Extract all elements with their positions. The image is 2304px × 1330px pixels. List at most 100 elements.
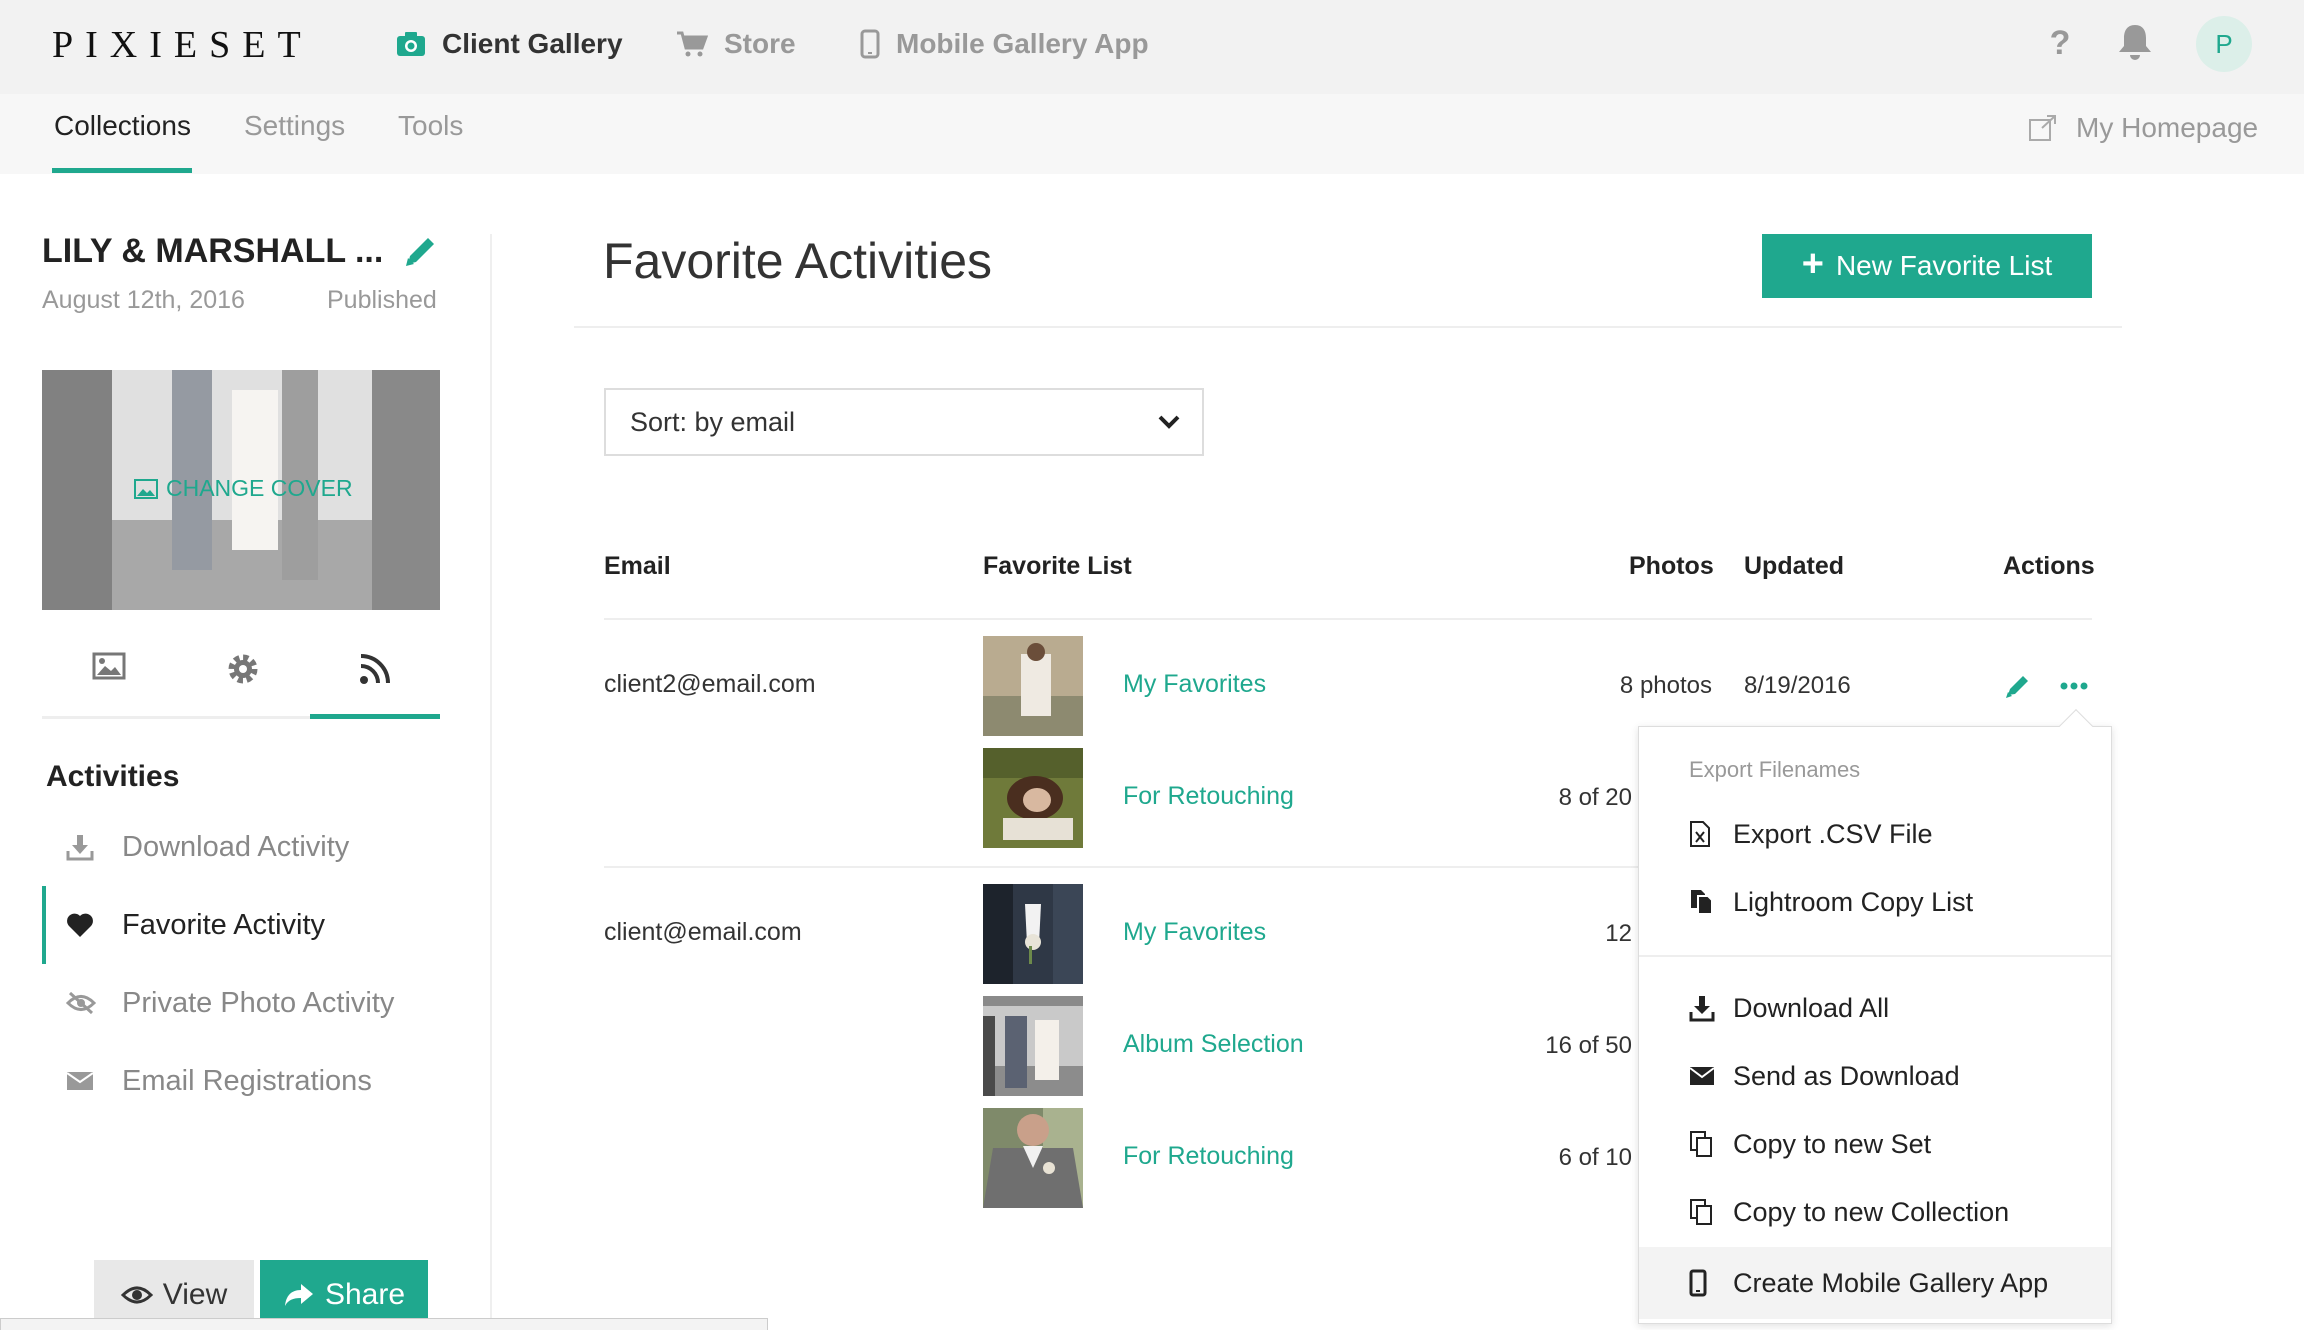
download-icon bbox=[66, 833, 98, 861]
plus-icon: + bbox=[1801, 242, 1824, 285]
menu-item-label: Copy to new Set bbox=[1733, 1128, 1932, 1159]
list-thumbnail[interactable] bbox=[983, 884, 1083, 984]
photos-count: 6 of 10 bbox=[1558, 1144, 1632, 1171]
list-thumbnail[interactable] bbox=[983, 748, 1083, 848]
sub-nav-bar bbox=[0, 94, 2304, 174]
tab-collections[interactable]: Collections bbox=[54, 110, 191, 142]
sidebar-item-label: Email Registrations bbox=[122, 1064, 372, 1097]
cart-icon bbox=[676, 30, 708, 58]
title-divider bbox=[574, 326, 2122, 328]
menu-item-label: Download All bbox=[1733, 992, 1890, 1023]
tab-settings[interactable]: Settings bbox=[244, 110, 345, 142]
collection-date: August 12th, 2016 bbox=[42, 286, 245, 314]
copy-list-icon bbox=[1689, 888, 1715, 916]
share-icon bbox=[284, 1284, 313, 1306]
nav-client-gallery[interactable]: Client Gallery bbox=[396, 22, 623, 66]
my-homepage-link[interactable]: My Homepage bbox=[2028, 112, 2258, 144]
csv-file-icon bbox=[1689, 820, 1715, 848]
menu-item-download-all[interactable]: Download All bbox=[1689, 983, 1889, 1033]
menu-item-label: Create Mobile Gallery App bbox=[1733, 1267, 2049, 1298]
avatar[interactable]: P bbox=[2196, 16, 2252, 72]
nav-label: Client Gallery bbox=[442, 28, 623, 59]
image-icon bbox=[134, 478, 158, 499]
eye-slash-icon bbox=[66, 990, 98, 1016]
brand-logo[interactable]: PIXIESET bbox=[52, 23, 313, 67]
menu-divider bbox=[1639, 955, 2111, 957]
row-email: client2@email.com bbox=[604, 670, 816, 698]
camera-icon bbox=[396, 31, 426, 57]
download-icon bbox=[1689, 994, 1715, 1022]
more-actions-icon[interactable] bbox=[2060, 682, 2088, 690]
envelope-icon bbox=[1689, 1066, 1715, 1086]
tab-tools[interactable]: Tools bbox=[398, 110, 463, 142]
chevron-down-icon bbox=[1158, 415, 1180, 429]
list-thumbnail[interactable] bbox=[983, 636, 1083, 736]
status-url-bar bbox=[0, 1318, 768, 1330]
menu-item-label: Send as Download bbox=[1733, 1060, 1960, 1091]
sidebar-item-favorite-activity[interactable]: Favorite Activity bbox=[66, 900, 325, 950]
photos-count: 8 of 20 bbox=[1558, 784, 1632, 811]
column-header-favorite-list: Favorite List bbox=[983, 552, 1132, 580]
column-header-email: Email bbox=[604, 552, 671, 580]
menu-item-copy-to-new-collection[interactable]: Copy to new Collection bbox=[1689, 1187, 2009, 1237]
page-title: Favorite Activities bbox=[603, 233, 993, 289]
bell-icon[interactable] bbox=[2116, 22, 2154, 62]
view-label: View bbox=[162, 1278, 228, 1311]
image-icon bbox=[92, 652, 126, 680]
sidebar-item-email-registrations[interactable]: Email Registrations bbox=[66, 1056, 372, 1106]
menu-item-copy-to-new-set[interactable]: Copy to new Set bbox=[1689, 1119, 1931, 1169]
sidebar-item-label: Download Activity bbox=[122, 830, 350, 863]
sidebar-item-download-activity[interactable]: Download Activity bbox=[66, 822, 349, 872]
favorite-list-link[interactable]: For Retouching bbox=[1123, 782, 1294, 811]
active-item-indicator bbox=[42, 886, 46, 964]
sort-select[interactable]: Sort: by email bbox=[604, 388, 1204, 456]
favorite-list-link[interactable]: Album Selection bbox=[1123, 1030, 1304, 1059]
collection-title: LILY & MARSHALL ... bbox=[42, 232, 384, 270]
external-link-icon bbox=[2029, 115, 2056, 141]
new-favorite-list-button[interactable]: + New Favorite List bbox=[1762, 234, 2092, 298]
menu-item-lightroom-copy-list[interactable]: Lightroom Copy List bbox=[1689, 877, 1973, 927]
nav-store[interactable]: Store bbox=[676, 22, 796, 66]
column-header-updated: Updated bbox=[1744, 552, 1844, 580]
mobile-icon bbox=[860, 29, 880, 59]
heart-icon bbox=[66, 912, 98, 938]
sidebar-tab-activities[interactable] bbox=[358, 652, 392, 686]
nav-label: Store bbox=[724, 28, 796, 59]
table-header-divider bbox=[604, 618, 2092, 620]
favorite-list-link[interactable]: My Favorites bbox=[1123, 670, 1266, 699]
row-email: client@email.com bbox=[604, 918, 802, 946]
mobile-icon bbox=[1689, 1269, 1715, 1297]
cover-image[interactable]: CHANGE COVER bbox=[42, 370, 440, 610]
top-bar bbox=[0, 0, 2304, 94]
menu-item-send-as-download[interactable]: Send as Download bbox=[1689, 1051, 1960, 1101]
copy-icon bbox=[1689, 1198, 1715, 1226]
menu-section-header: Export Filenames bbox=[1689, 757, 1861, 782]
sidebar-divider bbox=[490, 234, 492, 1330]
menu-item-create-mobile-gallery-app[interactable]: Create Mobile Gallery App bbox=[1689, 1258, 2048, 1308]
column-header-actions: Actions bbox=[2003, 552, 2095, 580]
nav-mobile-gallery-app[interactable]: Mobile Gallery App bbox=[860, 22, 1149, 66]
sidebar-tab-settings[interactable] bbox=[226, 652, 260, 686]
edit-collection-pencil-icon[interactable] bbox=[402, 232, 440, 270]
list-thumbnail[interactable] bbox=[983, 1108, 1083, 1208]
column-header-photos: Photos bbox=[1629, 552, 1714, 580]
eye-icon bbox=[120, 1286, 153, 1304]
favorite-list-link[interactable]: My Favorites bbox=[1123, 918, 1266, 947]
edit-pencil-icon[interactable] bbox=[2004, 672, 2032, 700]
new-favorite-list-label: New Favorite List bbox=[1835, 250, 2053, 281]
change-cover-label: CHANGE COVER bbox=[166, 475, 353, 501]
help-button[interactable]: ? bbox=[2040, 24, 2080, 64]
envelope-icon bbox=[66, 1070, 98, 1092]
photos-count: 16 of 50 bbox=[1545, 1032, 1632, 1059]
collection-status: Published bbox=[327, 286, 437, 314]
activities-heading: Activities bbox=[46, 760, 180, 793]
photos-count: 12 bbox=[1605, 920, 1632, 947]
list-thumbnail[interactable] bbox=[983, 996, 1083, 1096]
change-cover-button[interactable]: CHANGE COVER bbox=[134, 475, 353, 502]
sort-value: Sort: by email bbox=[630, 406, 796, 437]
favorite-list-link[interactable]: For Retouching bbox=[1123, 1142, 1294, 1171]
sidebar-tab-photos[interactable] bbox=[92, 652, 126, 680]
sidebar-item-private-photo-activity[interactable]: Private Photo Activity bbox=[66, 978, 394, 1028]
menu-item-export-csv[interactable]: Export .CSV File bbox=[1689, 809, 1933, 859]
sidebar-item-label: Private Photo Activity bbox=[122, 986, 395, 1019]
